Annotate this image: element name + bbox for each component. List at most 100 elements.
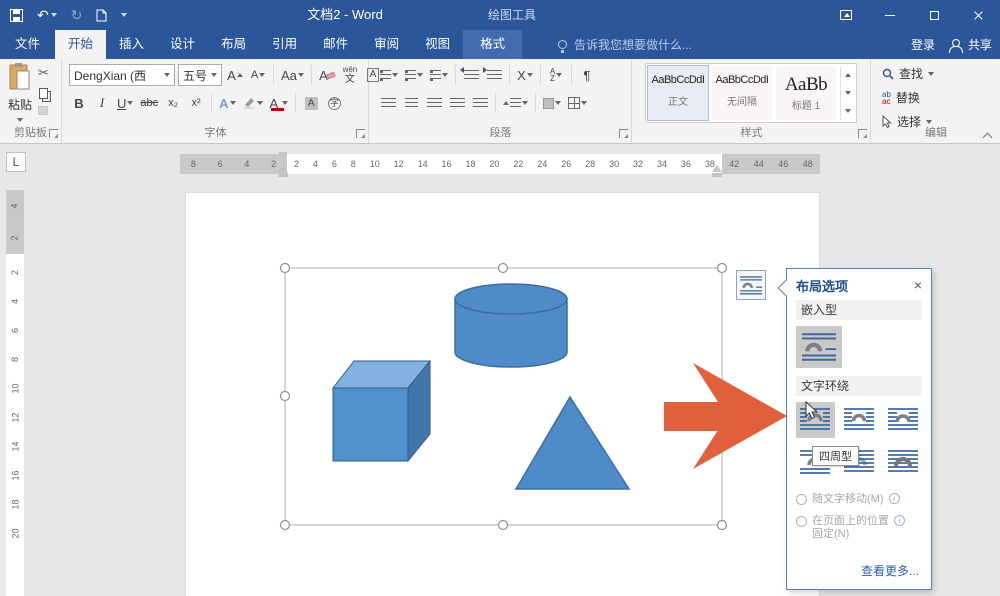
paragraph-group-label: 段落 (370, 124, 631, 140)
tab-视图[interactable]: 视图 (412, 30, 463, 59)
close-button[interactable] (956, 0, 1000, 30)
share-person-icon (949, 39, 963, 51)
justify-button[interactable] (447, 92, 467, 114)
line-spacing-button[interactable] (501, 92, 530, 114)
find-button[interactable]: 查找 (882, 65, 934, 82)
bold-button[interactable]: B (69, 92, 89, 114)
distribute-button[interactable] (470, 92, 490, 114)
customize-qat-button[interactable] (121, 13, 127, 17)
shrink-font-button[interactable]: A (248, 64, 268, 86)
move-with-text-radio[interactable]: 随文字移动(M) i (796, 493, 922, 506)
paragraph-group: X AZ ¶ 段落 (370, 59, 632, 143)
align-right-button[interactable] (424, 92, 444, 114)
character-shading-button[interactable]: A (301, 92, 321, 114)
clipboard-group: 粘贴 ✂ 剪贴板 (0, 59, 62, 143)
section-wrap-header: 文字环绕 (796, 376, 922, 396)
change-case-button[interactable]: Aa (279, 64, 306, 86)
style-card-标题 1[interactable]: AaBb标题 1 (776, 66, 836, 120)
ribbon: 粘贴 ✂ 剪贴板 DengXian (西 五号 A A (0, 59, 1000, 144)
asian-layout-button[interactable]: X (515, 64, 535, 86)
maximize-button[interactable] (912, 0, 956, 30)
save-icon[interactable] (10, 9, 23, 22)
tab-邮件[interactable]: 邮件 (310, 30, 361, 59)
sort-button[interactable]: AZ (546, 64, 566, 86)
horizontal-ruler[interactable]: 8642 2468101214161820222426283032343638 … (180, 154, 820, 174)
copy-button[interactable] (39, 88, 48, 99)
tab-插入[interactable]: 插入 (106, 30, 157, 59)
tab-审阅[interactable]: 审阅 (361, 30, 412, 59)
font-color-button[interactable]: A (268, 92, 291, 114)
subscript-button[interactable]: x₂ (163, 92, 183, 114)
undo-button[interactable]: ↶ (37, 8, 57, 22)
increase-indent-button[interactable] (484, 64, 504, 86)
font-group-label: 字体 (63, 124, 368, 140)
right-indent-marker[interactable] (712, 165, 722, 177)
highlight-button[interactable] (241, 92, 265, 114)
wrap-in-front-option[interactable] (883, 444, 922, 480)
vertical-ruler[interactable]: 42 2468101214161820 (6, 190, 24, 596)
ruler-number: 24 (537, 159, 547, 169)
share-button[interactable]: 共享 (949, 36, 992, 53)
first-line-indent-marker[interactable] (278, 152, 288, 159)
document-page[interactable] (185, 192, 820, 596)
paragraph-dialog-launcher[interactable] (619, 129, 628, 138)
tab-设计[interactable]: 设计 (157, 30, 208, 59)
font-name-combo[interactable]: DengXian (西 (69, 64, 175, 86)
sign-in-button[interactable]: 登录 (911, 36, 935, 53)
italic-button[interactable]: I (92, 92, 112, 114)
popup-close-icon[interactable]: × (914, 278, 922, 292)
wrap-tight-option[interactable] (840, 402, 879, 438)
ruler-number: 30 (609, 159, 619, 169)
collapse-ribbon-button[interactable] (984, 132, 992, 137)
styles-gallery-scrollbar[interactable] (840, 66, 854, 120)
multilevel-list-button[interactable] (428, 64, 450, 86)
minimize-button[interactable] (868, 0, 912, 30)
numbering-button[interactable] (403, 64, 425, 86)
ruler-number: 20 (489, 159, 499, 169)
tab-文件[interactable]: 文件 (0, 30, 55, 59)
shading-button[interactable] (541, 92, 563, 114)
strikethrough-button[interactable]: abc (138, 92, 160, 114)
align-left-button[interactable] (378, 92, 398, 114)
format-painter-button[interactable] (38, 106, 48, 115)
underline-button[interactable]: U (115, 92, 135, 114)
style-card-正文[interactable]: AaBbCcDdI正文 (648, 66, 708, 120)
ribbon-display-options-button[interactable] (824, 0, 868, 30)
tab-开始[interactable]: 开始 (55, 30, 106, 59)
style-card-无间隔[interactable]: AaBbCcDdI无间隔 (712, 66, 772, 120)
tell-me-box[interactable]: 告诉我您想要做什么... (558, 30, 692, 59)
enclose-characters-button[interactable]: 字 (324, 92, 344, 114)
borders-button[interactable] (566, 92, 589, 114)
clear-formatting-button[interactable]: A (317, 64, 337, 86)
account-area: 登录 共享 (911, 30, 992, 59)
replace-button[interactable]: abac 替换 (882, 89, 920, 106)
ruler-number: 10 (0, 383, 29, 393)
wrap-through-option[interactable] (883, 402, 922, 438)
clipboard-dialog-launcher[interactable] (49, 129, 58, 138)
font-dialog-launcher[interactable] (356, 129, 365, 138)
hanging-indent-marker[interactable] (278, 165, 288, 177)
tab-引用[interactable]: 引用 (259, 30, 310, 59)
text-effects-button[interactable]: A (217, 92, 237, 114)
tab-stop-selector[interactable]: L (6, 152, 26, 172)
tab-布局[interactable]: 布局 (208, 30, 259, 59)
tab-格式[interactable]: 格式 (463, 30, 522, 59)
font-size-combo[interactable]: 五号 (178, 64, 222, 86)
search-icon (882, 68, 894, 80)
paste-button[interactable]: 粘贴 (5, 63, 35, 125)
wrap-inline-option[interactable] (796, 326, 842, 368)
show-hide-marks-button[interactable]: ¶ (577, 64, 597, 86)
cut-button[interactable]: ✂ (38, 65, 49, 81)
fix-position-radio[interactable]: 在页面上的位置固定(N) i (796, 515, 922, 541)
grow-font-button[interactable]: A (225, 64, 245, 86)
see-more-link[interactable]: 查看更多... (861, 562, 919, 579)
align-center-button[interactable] (401, 92, 421, 114)
phonetic-guide-button[interactable]: wén文 (340, 64, 360, 86)
redo-button[interactable]: ↻ (71, 8, 83, 22)
decrease-indent-button[interactable] (461, 64, 481, 86)
bullets-button[interactable] (378, 64, 400, 86)
layout-options-button[interactable] (736, 270, 766, 300)
superscript-button[interactable]: x² (186, 92, 206, 114)
styles-dialog-launcher[interactable] (858, 129, 867, 138)
new-document-icon[interactable] (96, 9, 107, 22)
